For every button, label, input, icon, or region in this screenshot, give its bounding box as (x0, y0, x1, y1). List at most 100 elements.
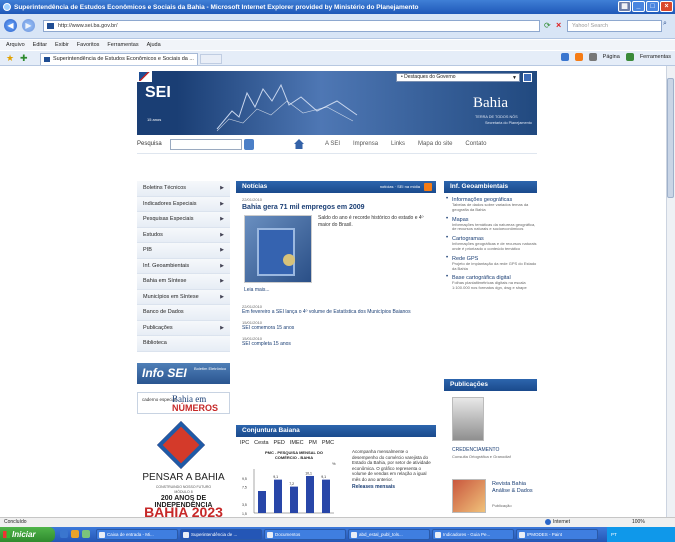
geo-list-item[interactable]: Base cartográfica digitalFolhas planialt… (444, 274, 537, 291)
rss-icon[interactable] (574, 53, 583, 61)
leia-mais-link[interactable]: Leia mais... (244, 287, 270, 293)
left-menu-item[interactable]: Bahia em Síntese ▶ (137, 274, 230, 290)
new-tab-button[interactable] (200, 54, 222, 64)
news-list-item[interactable]: 22/01/2010 Em fevereiro a SEI lança o 4º … (236, 304, 436, 315)
work-card-image[interactable] (244, 215, 312, 283)
taskbar-item[interactable]: Documentos (264, 529, 346, 540)
quicklaunch-ie-icon[interactable] (60, 530, 68, 538)
scrollbar-thumb[interactable] (667, 78, 674, 198)
left-menu-item[interactable]: PIB ▶ (137, 243, 230, 259)
bahia-em-numeros-banner[interactable]: caderno especial Bahia em NÚMEROS (137, 392, 230, 414)
print-icon[interactable] (588, 53, 597, 61)
maximize-button[interactable]: □ (646, 1, 659, 12)
bahia-logo[interactable]: Bahia (473, 95, 508, 112)
pmc-bar-chart: 9,5 7,5 3,5 1,5% 9,1 7,2 10,1 9,1 (242, 461, 336, 516)
taskbar-item[interactable]: IPMODES - Paint (516, 529, 598, 540)
news-headline[interactable]: Bahia gera 71 mil empregos em 2009 (236, 204, 436, 211)
forward-arrow-icon[interactable]: ▶ (22, 19, 35, 32)
taskbar-item[interactable]: Superintendência de ... (180, 529, 262, 540)
pensar-a-bahia-banner[interactable]: PENSAR A BAHIA CONSTRUINDO NOSSO FUTURO … (137, 420, 230, 517)
start-button[interactable]: Iniciar (0, 527, 55, 542)
infosei-banner[interactable]: Info SEI Boletim Eletrônico (137, 363, 230, 384)
menu-editar[interactable]: Editar (33, 42, 47, 48)
geo-list-item[interactable]: Informações geográficasTabelas de dados … (444, 196, 537, 213)
left-menu-label: Indicadores Especiais (143, 200, 197, 207)
extra-app-icon[interactable]: ▦ (618, 1, 631, 12)
conj-tab-pmc[interactable]: PMC (322, 440, 334, 446)
noticias-rss-links[interactable]: notícias · SEI na mídia (380, 181, 420, 193)
bar-data-label: 7,2 (289, 482, 294, 486)
sei-logo[interactable]: SEI (145, 85, 171, 101)
destaques-go-button[interactable] (523, 73, 532, 82)
left-menu-item[interactable]: Inf. Geoambientais ▶ (137, 258, 230, 274)
quicklaunch-folder-icon[interactable] (71, 530, 79, 538)
geo-list-item[interactable]: Rede GPSProjeto de implantação da rede G… (444, 255, 537, 272)
quicklaunch-app-icon[interactable] (82, 530, 90, 538)
tools-menu[interactable]: Ferramentas (640, 54, 671, 60)
nav-link-contato[interactable]: Contato (465, 141, 486, 147)
zoom-level[interactable]: 100% (632, 518, 645, 527)
house-icon[interactable] (293, 138, 305, 150)
bar-data-label: 10,1 (305, 471, 312, 475)
nav-link-mapa-do-site[interactable]: Mapa do site (418, 141, 452, 147)
taskbar-item[interactable]: abd_estal_publ_tols... (348, 529, 430, 540)
pub-title-2[interactable]: Revista Bahia Análise & Dados (492, 481, 536, 494)
news-list-item[interactable]: 15/01/2010 SEI completa 15 anos (236, 336, 436, 347)
conj-tab-imec[interactable]: IMEC (290, 440, 304, 446)
conj-tab-ped[interactable]: PED (274, 440, 285, 446)
left-menu-item[interactable]: Publicações ▶ (137, 320, 230, 336)
left-menu-item[interactable]: Biblioteca (137, 336, 230, 352)
close-button[interactable]: × (660, 1, 673, 12)
left-menu-item[interactable]: Estudos ▶ (137, 227, 230, 243)
left-menu-item[interactable]: Pesquisas Especiais ▶ (137, 212, 230, 228)
menu-exibir[interactable]: Exibir (55, 42, 69, 48)
conj-tab-cesta[interactable]: Cesta (254, 440, 268, 446)
geo-list-item[interactable]: CartogramasInformações geográficas e de … (444, 235, 537, 252)
menu-ferramentas[interactable]: Ferramentas (107, 42, 138, 48)
stop-icon[interactable]: × (556, 20, 566, 30)
site-search-button[interactable] (244, 139, 254, 150)
destaques-select[interactable]: • Destaques do Governo ▼ (396, 73, 520, 82)
nav-link-links[interactable]: Links (391, 141, 405, 147)
conj-tab-pm[interactable]: PM (309, 440, 317, 446)
back-arrow-icon[interactable]: ◀ (4, 19, 17, 32)
page-menu[interactable]: Página (603, 54, 620, 60)
nav-link-imprensa[interactable]: Imprensa (353, 141, 378, 147)
conjuntura-tabs: IPC Cesta PED IMEC PM PMC (236, 440, 436, 446)
pub-title-1[interactable]: CREDENCIAMENTO (452, 447, 499, 453)
minimize-button[interactable]: _ (632, 1, 645, 12)
chevron-right-icon: ▶ (220, 324, 224, 331)
search-input[interactable]: Yahoo! Search (567, 20, 662, 32)
left-menu-label: Publicações (143, 324, 173, 331)
geo-heading: Inf. Geoambientais (444, 181, 537, 193)
favorites-star-icon[interactable]: ★ (6, 53, 14, 64)
menu-favoritos[interactable]: Favoritos (77, 42, 100, 48)
search-icon[interactable]: ⌕ (663, 20, 673, 32)
tab-sei[interactable]: Superintendência de Estudos Econômicos e… (40, 53, 198, 65)
left-menu-item[interactable]: Boletins Técnicos ▶ (137, 181, 230, 197)
nav-link-a-sei[interactable]: A SEI (325, 141, 340, 147)
y-tick-label: 9,5 (242, 477, 247, 481)
news-list-item[interactable]: 15/01/2010 SEI comemora 15 anos (236, 320, 436, 331)
pesquisa-label: Pesquisa (137, 141, 162, 147)
rss-icon[interactable] (424, 183, 432, 191)
releases-link[interactable]: Releases mensais (352, 484, 434, 491)
vertical-scrollbar[interactable] (666, 66, 675, 517)
page-viewport: SEI 15 anos • Destaques do Governo ▼ Bah… (0, 66, 675, 517)
credenciamento-cover-image[interactable] (452, 397, 484, 441)
geo-list-item[interactable]: MapasInformações temáticas da natureza g… (444, 216, 537, 233)
left-menu-item[interactable]: Banco de Dados (137, 305, 230, 321)
add-favorite-icon[interactable]: ✚ (20, 53, 28, 64)
revista-cover-image[interactable] (452, 479, 486, 513)
taskbar-item[interactable]: Caixa de entrada - Mi... (96, 529, 178, 540)
menu-arquivo[interactable]: Arquivo (6, 42, 25, 48)
refresh-icon[interactable]: ⟳ (544, 21, 554, 31)
conj-tab-ipc[interactable]: IPC (240, 440, 249, 446)
menu-ajuda[interactable]: Ajuda (147, 42, 161, 48)
url-input[interactable]: http://www.sei.ba.gov.br/ (43, 20, 540, 32)
left-menu-item[interactable]: Municípios em Síntese ▶ (137, 289, 230, 305)
taskbar-item[interactable]: Indicadores - Guia Pe... (432, 529, 514, 540)
left-menu-item[interactable]: Indicadores Especiais ▶ (137, 196, 230, 212)
site-search-input[interactable] (170, 139, 242, 150)
home-icon[interactable] (560, 53, 569, 61)
